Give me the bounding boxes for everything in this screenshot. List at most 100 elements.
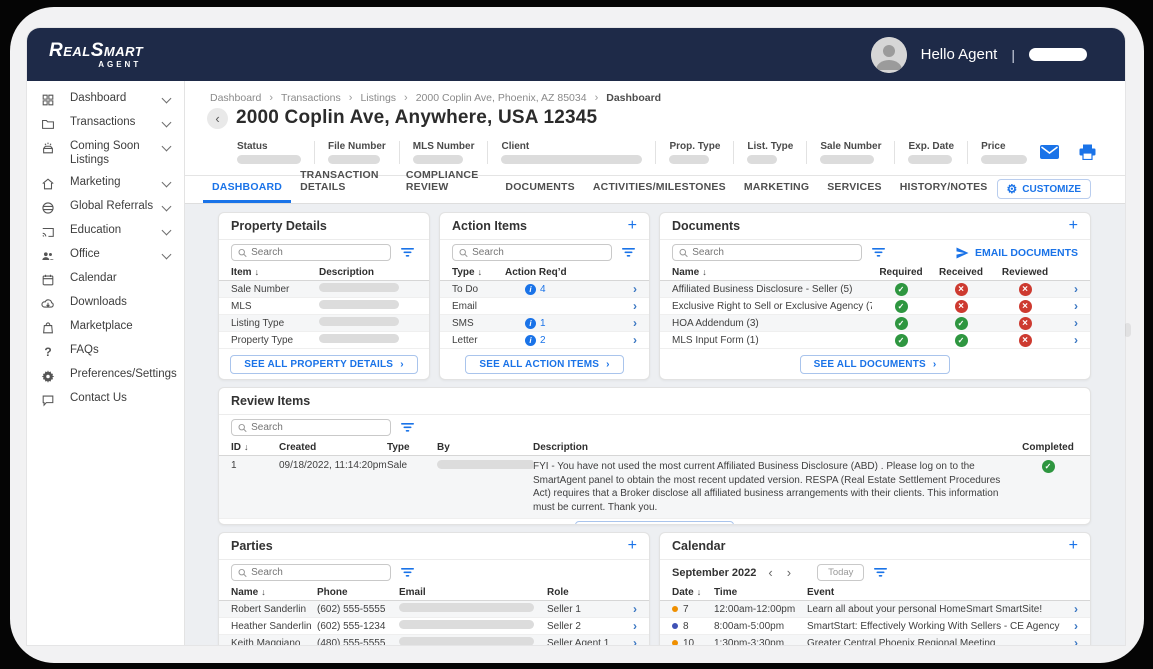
column-header[interactable]: Action Req’d (505, 267, 623, 278)
sidebar-item-downloads[interactable]: Downloads (27, 292, 184, 316)
column-header[interactable]: Received (930, 267, 992, 278)
scrollbar-thumb[interactable] (1124, 323, 1131, 337)
table-row[interactable]: 1 09/18/2022, 11:14:20pm Sale FYI - You … (219, 456, 1090, 519)
sidebar-item-transactions[interactable]: Transactions (27, 112, 184, 136)
breadcrumb-item[interactable]: Dashboard (210, 92, 281, 104)
table-row[interactable]: 7 12:00am-12:00pm Learn all about your p… (660, 601, 1090, 618)
search-input[interactable] (251, 247, 384, 258)
search-input[interactable] (692, 247, 855, 258)
tab-services[interactable]: SERVICES (818, 174, 891, 203)
filter-icon[interactable] (874, 568, 888, 577)
add-event-icon[interactable]: + (1069, 538, 1078, 554)
table-row[interactable]: Listing Type (219, 315, 429, 332)
column-header[interactable]: Name ↓ (672, 267, 872, 278)
sidebar-item-dashboard[interactable]: Dashboard (27, 88, 184, 112)
column-header[interactable]: Created (279, 442, 387, 453)
chevron-right-icon[interactable]: › (621, 637, 637, 645)
sidebar-item-marketplace[interactable]: Marketplace (27, 316, 184, 340)
chevron-right-icon[interactable]: › (1058, 317, 1078, 329)
filter-icon[interactable] (401, 568, 414, 577)
column-header[interactable]: Phone (317, 587, 399, 598)
table-row[interactable]: MLS (219, 298, 429, 315)
table-row[interactable]: Keith Maggiano (480) 555-5555 Seller Age… (219, 635, 649, 645)
tab-history-notes[interactable]: HISTORY/NOTES (891, 174, 997, 203)
column-header[interactable]: Completed (1018, 442, 1078, 453)
column-header[interactable]: Required (872, 267, 930, 278)
search-input[interactable] (472, 247, 605, 258)
add-document-icon[interactable]: + (1069, 218, 1078, 234)
chevron-right-icon[interactable]: › (1062, 603, 1078, 615)
previous-month-icon[interactable]: ‹ (766, 566, 774, 579)
chevron-right-icon[interactable]: › (1062, 620, 1078, 632)
tab-documents[interactable]: DOCUMENTS (496, 174, 583, 203)
chevron-right-icon[interactable]: › (1058, 300, 1078, 312)
chevron-right-icon[interactable]: › (621, 620, 637, 632)
column-header[interactable]: Time (714, 587, 807, 598)
chevron-right-icon[interactable]: › (1058, 283, 1078, 295)
table-row[interactable]: 8 8:00am-5:00pm SmartStart: Effectively … (660, 618, 1090, 635)
column-header[interactable]: Description (319, 267, 417, 278)
column-header[interactable]: Reviewed (992, 267, 1058, 278)
back-button[interactable]: ‹ (207, 107, 228, 129)
table-row[interactable]: Sale Number (219, 281, 429, 298)
search-input[interactable] (251, 422, 384, 433)
see-all-action-items-button[interactable]: SEE ALL ACTION ITEMS › (465, 355, 624, 374)
search-input[interactable] (251, 567, 384, 578)
filter-icon[interactable] (622, 248, 635, 257)
sidebar-item-preferences-settings[interactable]: Preferences/Settings (27, 364, 184, 388)
filter-icon[interactable] (872, 248, 885, 257)
column-header[interactable]: Type ↓ (452, 267, 505, 278)
sidebar-item-faqs[interactable]: ? FAQs (27, 340, 184, 364)
sidebar-item-contact-us[interactable]: Contact Us (27, 388, 184, 412)
chevron-right-icon[interactable]: › (623, 300, 637, 312)
tab-dashboard[interactable]: DASHBOARD (203, 174, 292, 203)
table-row[interactable]: HOA Addendum (3) › (660, 315, 1090, 332)
tab-activities-milestones[interactable]: ACTIVITIES/MILESTONES (584, 174, 735, 203)
table-row[interactable]: Exclusive Right to Sell or Exclusive Age… (660, 298, 1090, 315)
table-row[interactable]: Letter i 2 › (440, 332, 649, 349)
column-header[interactable]: Type (387, 442, 437, 453)
tab-compliance-review[interactable]: COMPLIANCE REVIEW (397, 162, 497, 203)
chevron-right-icon[interactable]: › (623, 334, 637, 346)
table-row[interactable]: Heather Sanderlin (602) 555-1234 Seller … (219, 618, 649, 635)
see-all-review-items-button[interactable]: SEE ALL REVIEW ITEMS › (574, 521, 735, 524)
chevron-right-icon[interactable]: › (623, 283, 637, 295)
avatar[interactable] (870, 36, 907, 73)
breadcrumb-item[interactable]: Transactions (281, 92, 360, 104)
table-row[interactable]: To Do i 4 › (440, 281, 649, 298)
chevron-right-icon[interactable]: › (1058, 334, 1078, 346)
customize-button[interactable]: ⚙ CUSTOMIZE (996, 179, 1091, 199)
today-button[interactable]: Today (817, 564, 865, 581)
column-header[interactable]: Email (399, 587, 547, 598)
table-row[interactable]: Affiliated Business Disclosure - Seller … (660, 281, 1090, 298)
sidebar-item-coming-soon-listings[interactable]: Coming Soon Listings (27, 136, 184, 172)
chevron-right-icon[interactable]: › (621, 603, 637, 615)
see-all-property-details-button[interactable]: SEE ALL PROPERTY DETAILS › (230, 355, 418, 374)
tab-marketing[interactable]: MARKETING (735, 174, 818, 203)
column-header[interactable]: Name ↓ (231, 587, 317, 598)
column-header[interactable]: By (437, 442, 533, 453)
table-row[interactable]: 10 1:30pm-3:30pm Greater Central Phoenix… (660, 635, 1090, 645)
see-all-documents-button[interactable]: SEE ALL DOCUMENTS › (799, 355, 951, 374)
print-icon[interactable] (1079, 144, 1096, 160)
tab-transaction-details[interactable]: TRANSACTION DETAILS (291, 162, 397, 203)
table-row[interactable]: SMS i 1 › (440, 315, 649, 332)
column-header[interactable]: Event (807, 587, 1062, 598)
table-row[interactable]: Robert Sanderlin (602) 555-5555 Seller 1… (219, 601, 649, 618)
add-action-item-icon[interactable]: + (628, 218, 637, 234)
table-row[interactable]: MLS Input Form (1) › (660, 332, 1090, 349)
table-row[interactable]: Email i › (440, 298, 649, 315)
filter-icon[interactable] (401, 248, 414, 257)
filter-icon[interactable] (401, 423, 414, 432)
chevron-right-icon[interactable]: › (1062, 637, 1078, 645)
column-header[interactable]: Role (547, 587, 621, 598)
sidebar-item-global-referrals[interactable]: Global Referrals (27, 196, 184, 220)
add-party-icon[interactable]: + (628, 538, 637, 554)
sidebar-item-marketing[interactable]: Marketing (27, 172, 184, 196)
column-header[interactable]: Description (533, 442, 1018, 453)
chevron-right-icon[interactable]: › (623, 317, 637, 329)
column-header[interactable]: Date ↓ (672, 587, 714, 598)
sidebar-item-office[interactable]: Office (27, 244, 184, 268)
email-icon[interactable] (1040, 145, 1060, 159)
breadcrumb-item[interactable]: Listings (360, 92, 415, 104)
